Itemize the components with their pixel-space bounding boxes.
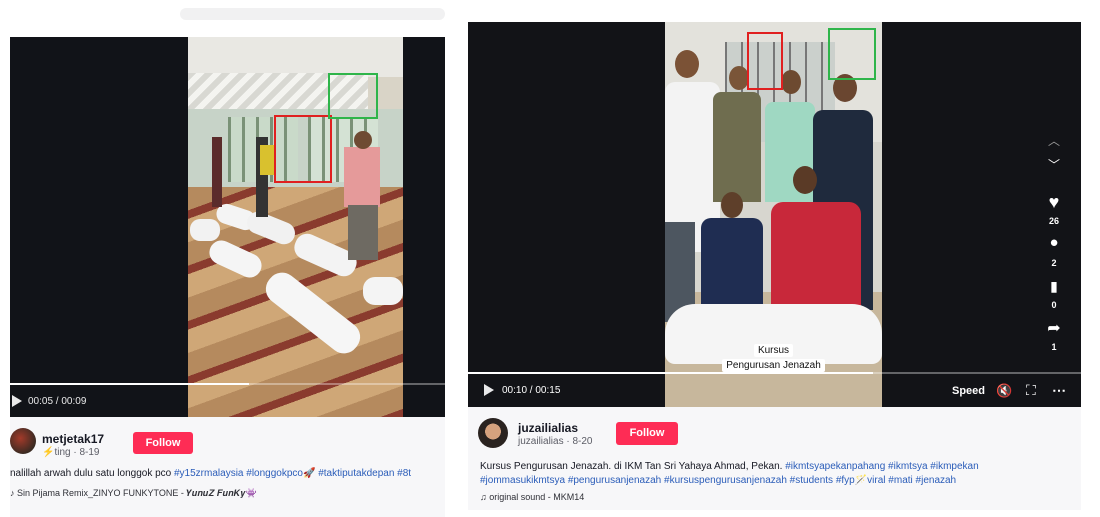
caption-text: Kursus Pengurusan Jenazah. di IKM Tan Sr…: [480, 461, 786, 472]
highlight-box-red: [747, 32, 783, 90]
post-caption: nalillah arwah dulu satu longgok pco #y1…: [10, 467, 411, 481]
music-icon: ♪: [10, 488, 15, 498]
hashtag[interactable]: #jenazah: [916, 475, 957, 486]
comment-icon[interactable]: ●: [1042, 234, 1066, 251]
right-post: Kursus Pengurusan Jenazah ︿ ﹀ ♥ 26 ● 2 ▮…: [468, 0, 1081, 517]
hashtag[interactable]: #mati: [888, 475, 912, 486]
chevron-down-icon[interactable]: ﹀: [1042, 156, 1066, 173]
video-player[interactable]: Kursus Pengurusan Jenazah ︿ ﹀ ♥ 26 ● 2 ▮…: [468, 22, 1081, 407]
share-icon[interactable]: ➦: [1042, 318, 1066, 338]
duration: 00:09: [61, 396, 87, 407]
like-count: 26: [1048, 216, 1059, 226]
current-time: 00:10: [502, 385, 528, 396]
caption-text: nalillah arwah dulu satu longgok pco: [10, 468, 174, 479]
highlight-box-green: [828, 28, 876, 80]
search-bar[interactable]: [180, 8, 445, 20]
heart-icon[interactable]: ♥: [1042, 192, 1066, 213]
chevron-up-icon[interactable]: ︿: [1042, 132, 1066, 149]
highlight-box-green: [328, 73, 378, 119]
bookmark-icon[interactable]: ▮: [1042, 278, 1066, 295]
fullscreen-icon[interactable]: ⛶: [1026, 382, 1036, 399]
avatar[interactable]: [10, 428, 36, 454]
music-icon: ♫: [480, 492, 487, 502]
hashtag[interactable]: #ikmtsya: [888, 461, 927, 472]
avatar[interactable]: [478, 418, 508, 448]
sound-name[interactable]: original sound - MKM14: [489, 492, 584, 502]
follow-button[interactable]: Follow: [133, 432, 193, 454]
time-display: 00:10 / 00:15: [502, 385, 561, 396]
time-display: 00:05 / 00:09: [28, 396, 87, 407]
share-count: 1: [1051, 342, 1057, 352]
speed-button[interactable]: Speed: [952, 385, 985, 397]
sound-line[interactable]: ♪ Sin Pijama Remix_ZINYO FUNKYTONE - 𝒀𝒖𝒏…: [10, 488, 257, 499]
hashtag[interactable]: #taktiputakdepan: [318, 468, 394, 479]
hashtag[interactable]: #jommasukikmtsya: [480, 475, 565, 486]
author-username[interactable]: metjetak17: [42, 432, 104, 446]
mute-icon[interactable]: 🔇: [996, 383, 1012, 399]
video-frame: [188, 37, 403, 417]
follow-button[interactable]: Follow: [616, 422, 678, 445]
hashtag[interactable]: #students: [790, 475, 833, 486]
hashtag[interactable]: #y15zrmalaysia: [174, 468, 243, 479]
overlay-line-1: Kursus: [753, 344, 794, 357]
highlight-box-red: [274, 115, 332, 183]
hashtag[interactable]: #8t: [397, 468, 411, 479]
left-post: 00:05 / 00:09 metjetak17 ⚡ting · 8-19 Fo…: [10, 0, 445, 517]
sound-line[interactable]: ♫ original sound - MKM14: [480, 492, 584, 502]
hashtag[interactable]: #pengurusanjenazah: [568, 475, 661, 486]
author-username[interactable]: juzailialias: [518, 421, 578, 435]
hashtag[interactable]: #ikmtsyapekanpahang: [785, 461, 885, 472]
progress-bar[interactable]: [10, 383, 445, 385]
comment-count: 2: [1051, 258, 1057, 268]
play-icon[interactable]: [484, 384, 494, 396]
author-sub: ⚡ting · 8-19: [42, 447, 100, 458]
more-icon[interactable]: ⋯: [1052, 382, 1066, 399]
hashtag[interactable]: #kursuspengurusanjenazah: [664, 475, 787, 486]
hashtag[interactable]: #fyp🪄viral: [836, 475, 886, 486]
post-caption: Kursus Pengurusan Jenazah. di IKM Tan Sr…: [480, 460, 979, 488]
overlay-line-2: Pengurusan Jenazah: [722, 359, 825, 372]
author-sub: juzailialias · 8-20: [518, 436, 593, 447]
sound-name[interactable]: Sin Pijama Remix_ZINYO FUNKYTONE - 𝒀𝒖𝒏𝒖𝒁…: [17, 488, 257, 498]
hashtag[interactable]: #ikmpekan: [930, 461, 978, 472]
video-caption-overlay: Kursus Pengurusan Jenazah: [665, 344, 882, 372]
progress-bar[interactable]: [468, 372, 1081, 374]
hashtag[interactable]: #longgokpco🚀: [246, 468, 315, 479]
save-count: 0: [1051, 300, 1057, 310]
video-frame: Kursus Pengurusan Jenazah: [665, 22, 882, 407]
play-icon[interactable]: [12, 395, 22, 407]
current-time: 00:05: [28, 396, 54, 407]
duration: 00:15: [535, 385, 561, 396]
video-player[interactable]: 00:05 / 00:09: [10, 37, 445, 417]
